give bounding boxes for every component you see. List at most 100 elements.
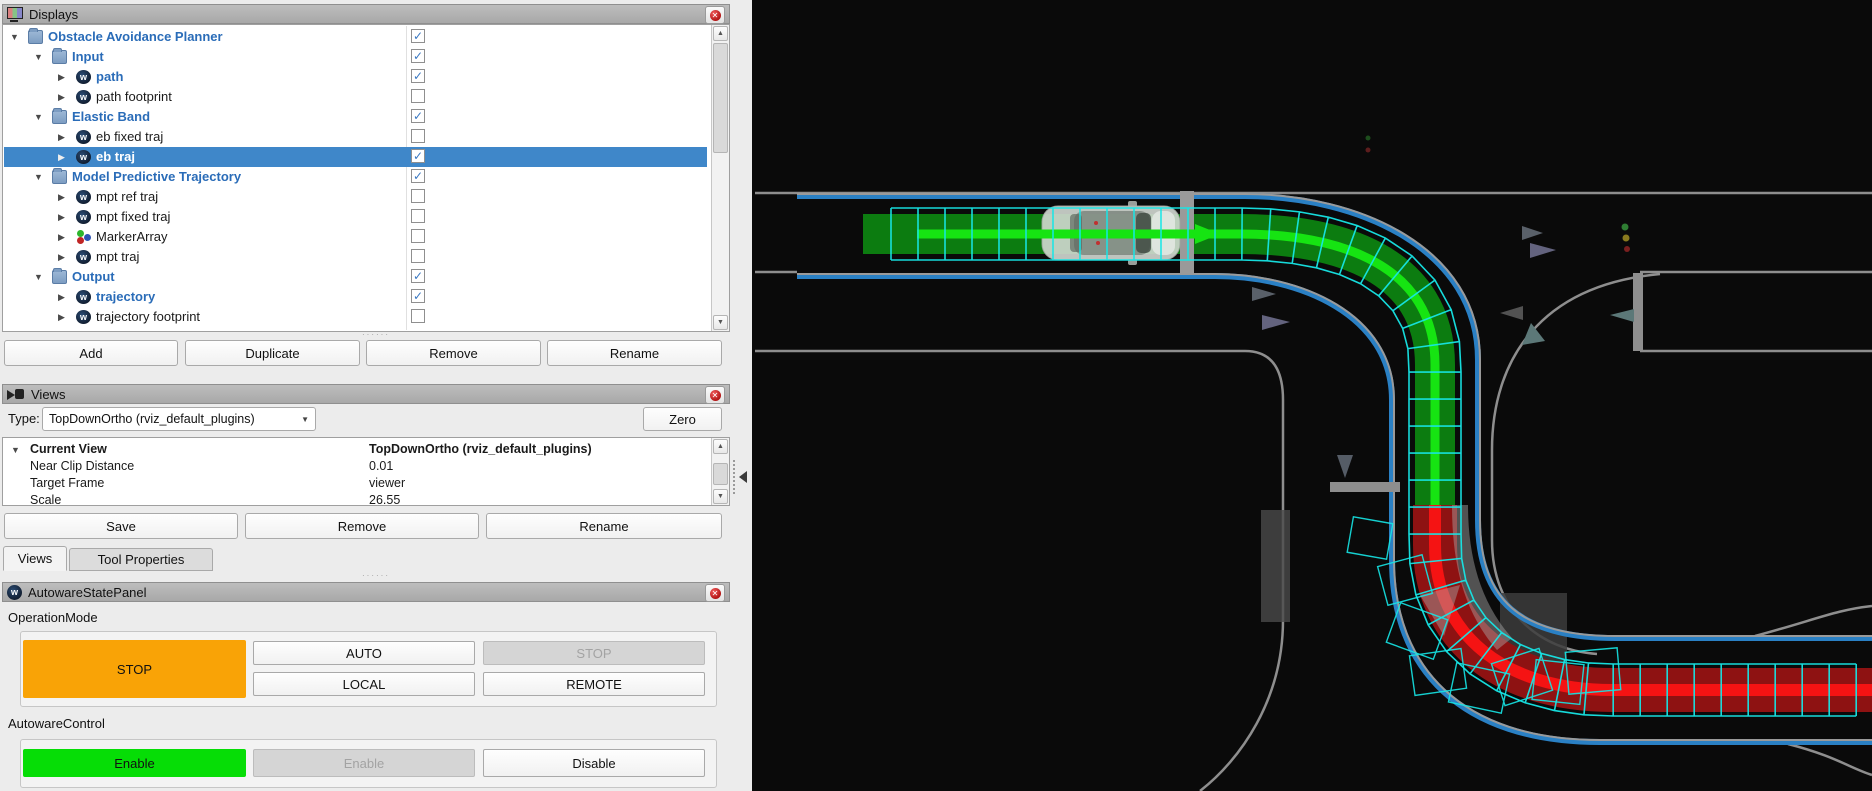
views-panel-titlebar[interactable]: Views: [2, 384, 730, 404]
enabled-checkbox[interactable]: [411, 309, 425, 323]
enabled-checkbox[interactable]: ✓: [411, 269, 425, 283]
panel-collapse-handle[interactable]: [733, 460, 749, 494]
enabled-checkbox[interactable]: ✓: [411, 109, 425, 123]
enabled-checkbox[interactable]: [411, 189, 425, 203]
tree-item-obstacle-avoidance-planner[interactable]: ▼ Obstacle Avoidance Planner ✓: [4, 27, 707, 47]
tab-tool-properties[interactable]: Tool Properties: [69, 548, 213, 571]
autoware-close-button[interactable]: ✕: [705, 584, 725, 602]
tree-item-model-predictive-trajectory[interactable]: ▼ Model Predictive Trajectory ✓: [4, 167, 707, 187]
add-display-button[interactable]: Add: [4, 340, 178, 366]
property-row-current-view[interactable]: ▼ Current View TopDownOrtho (rviz_default_…: [4, 441, 707, 458]
collapse-arrow-icon[interactable]: ▶: [58, 252, 65, 263]
zero-button[interactable]: Zero: [643, 407, 722, 431]
expand-arrow-icon[interactable]: ▼: [34, 172, 43, 182]
tree-item-label: mpt traj: [96, 249, 140, 264]
views-close-button[interactable]: ✕: [705, 386, 725, 404]
view-type-dropdown[interactable]: TopDownOrtho (rviz_default_plugins) ▼: [42, 407, 316, 431]
property-row-scale[interactable]: Scale 26.55: [4, 492, 707, 506]
operation-auto-button[interactable]: AUTO: [253, 641, 475, 665]
displays-close-button[interactable]: ✕: [705, 6, 725, 24]
tree-item-output[interactable]: ▼ Output ✓: [4, 267, 707, 287]
view-type-value: TopDownOrtho (rviz_default_plugins): [49, 412, 255, 426]
rename-display-button[interactable]: Rename: [547, 340, 722, 366]
remove-view-button[interactable]: Remove: [245, 513, 479, 539]
tree-item-mpt-fixed-traj[interactable]: ▶ w mpt fixed traj: [4, 207, 707, 227]
scroll-up-icon[interactable]: ▲: [713, 439, 728, 454]
tree-item-mpt-traj[interactable]: ▶ w mpt traj: [4, 247, 707, 267]
collapse-arrow-icon[interactable]: ▶: [58, 232, 65, 243]
tree-item-eb-fixed-traj[interactable]: ▶ w eb fixed traj: [4, 127, 707, 147]
tree-item-label: MarkerArray: [96, 229, 168, 244]
enabled-checkbox[interactable]: ✓: [411, 69, 425, 83]
tree-item-mpt-ref-traj[interactable]: ▶ w mpt ref traj: [4, 187, 707, 207]
collapse-arrow-icon[interactable]: ▶: [58, 92, 65, 103]
operation-remote-button[interactable]: REMOTE: [483, 672, 705, 696]
tree-item-label: path footprint: [96, 89, 172, 104]
tree-item-path-footprint[interactable]: ▶ w path footprint: [4, 87, 707, 107]
rename-view-button[interactable]: Rename: [486, 513, 722, 539]
expand-arrow-icon[interactable]: ▼: [34, 112, 43, 122]
property-row-target-frame[interactable]: Target Frame viewer: [4, 475, 707, 492]
enabled-checkbox[interactable]: [411, 249, 425, 263]
enabled-checkbox[interactable]: ✓: [411, 169, 425, 183]
collapse-arrow-icon[interactable]: ▶: [58, 192, 65, 203]
close-icon: ✕: [709, 389, 721, 401]
control-disable-button[interactable]: Disable: [483, 749, 705, 777]
enabled-checkbox[interactable]: ✓: [411, 29, 425, 43]
enabled-checkbox[interactable]: [411, 129, 425, 143]
autoware-control-label: AutowareControl: [8, 716, 105, 731]
expand-arrow-icon[interactable]: ▼: [11, 445, 20, 455]
collapse-arrow-icon[interactable]: ▶: [58, 312, 65, 323]
autoware-panel-titlebar[interactable]: w AutowareStatePanel: [2, 582, 730, 602]
tree-item-path[interactable]: ▶ w path ✓: [4, 67, 707, 87]
splitter-handle[interactable]: ······: [0, 572, 752, 580]
collapse-arrow-icon[interactable]: ▶: [58, 152, 65, 163]
operation-stop-disabled-button: STOP: [483, 641, 705, 665]
scrollbar-thumb[interactable]: [713, 43, 728, 153]
remove-display-button[interactable]: Remove: [366, 340, 541, 366]
expand-arrow-icon[interactable]: ▼: [10, 32, 19, 42]
splitter-handle[interactable]: ······: [0, 331, 752, 339]
expand-arrow-icon[interactable]: ▼: [34, 272, 43, 282]
save-view-button[interactable]: Save: [4, 513, 238, 539]
autoware-control-group: Enable Enable Disable: [20, 739, 717, 788]
displays-tree-scrollbar[interactable]: ▲ ▼: [711, 25, 729, 331]
scroll-down-icon[interactable]: ▼: [713, 489, 728, 504]
collapse-arrow-icon[interactable]: ▶: [58, 212, 65, 223]
panel-tabs: Views Tool Properties: [3, 546, 723, 571]
scroll-up-icon[interactable]: ▲: [713, 26, 728, 41]
tree-item-trajectory-footprint[interactable]: ▶ w trajectory footprint: [4, 307, 707, 327]
visualization-canvas[interactable]: [752, 0, 1872, 791]
collapse-arrow-icon[interactable]: ▶: [58, 292, 65, 303]
displays-icon: [7, 7, 23, 22]
scroll-down-icon[interactable]: ▼: [713, 315, 728, 330]
expand-arrow-icon[interactable]: ▼: [34, 52, 43, 62]
tree-item-label: Obstacle Avoidance Planner: [48, 29, 223, 44]
tab-views[interactable]: Views: [3, 546, 67, 571]
duplicate-display-button[interactable]: Duplicate: [185, 340, 360, 366]
enabled-checkbox[interactable]: [411, 209, 425, 223]
enabled-checkbox[interactable]: [411, 229, 425, 243]
view-table-scrollbar[interactable]: ▲ ▼: [711, 438, 729, 505]
displays-panel-titlebar[interactable]: Displays: [2, 4, 730, 24]
control-enable-active-button[interactable]: Enable: [23, 749, 246, 777]
operation-local-button[interactable]: LOCAL: [253, 672, 475, 696]
tree-item-eb-traj[interactable]: ▶ w eb traj ✓: [4, 147, 707, 167]
enabled-checkbox[interactable]: ✓: [411, 49, 425, 63]
collapse-arrow-icon[interactable]: ▶: [58, 132, 65, 143]
collapse-arrow-icon[interactable]: ▶: [58, 72, 65, 83]
tree-item-elastic-band[interactable]: ▼ Elastic Band ✓: [4, 107, 707, 127]
tree-item-trajectory[interactable]: ▶ w trajectory ✓: [4, 287, 707, 307]
marker-array-icon: [76, 230, 91, 244]
property-row-near-clip-distance[interactable]: Near Clip Distance 0.01: [4, 458, 707, 475]
control-enable-disabled-button: Enable: [253, 749, 475, 777]
tree-item-markerarray[interactable]: ▶ MarkerArray: [4, 227, 707, 247]
enabled-checkbox[interactable]: [411, 89, 425, 103]
property-value: 26.55: [369, 493, 401, 506]
tree-item-input[interactable]: ▼ Input ✓: [4, 47, 707, 67]
scrollbar-thumb[interactable]: [713, 463, 728, 485]
enabled-checkbox[interactable]: ✓: [411, 289, 425, 303]
operation-stop-active-button[interactable]: STOP: [23, 640, 246, 698]
enabled-checkbox[interactable]: ✓: [411, 149, 425, 163]
autoware-icon: w: [7, 584, 22, 600]
